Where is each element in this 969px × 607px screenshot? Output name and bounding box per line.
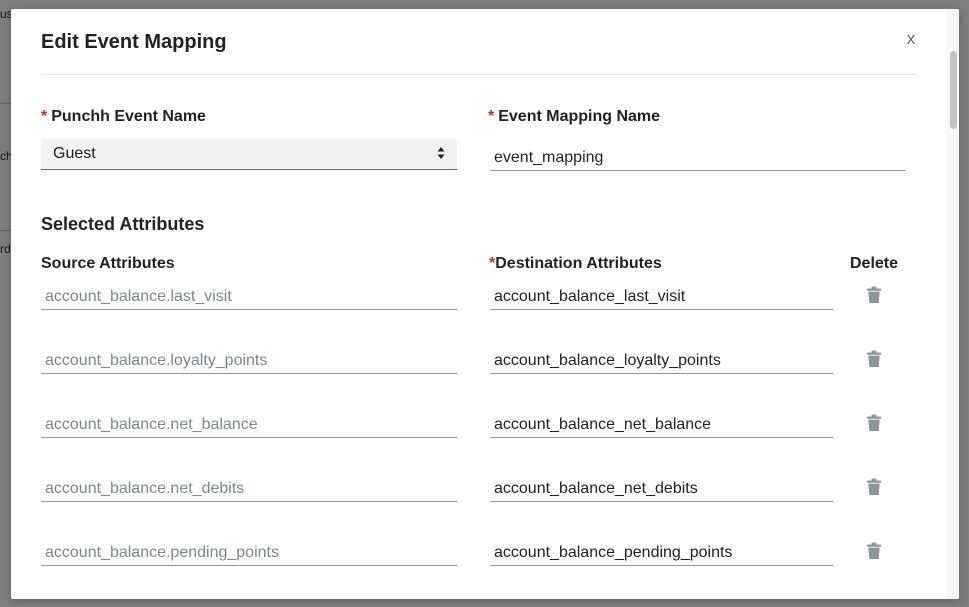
modal-title: Edit Event Mapping — [41, 31, 227, 53]
trash-icon[interactable] — [866, 542, 882, 560]
event-mapping-name-label-text: Event Mapping Name — [498, 108, 661, 125]
punchh-event-name-value: Guest — [53, 145, 96, 162]
trash-icon[interactable] — [866, 478, 882, 496]
punchh-event-name-label-text: Punchh Event Name — [51, 108, 206, 125]
destination-attribute-input[interactable] — [490, 476, 833, 502]
source-attribute-input[interactable] — [41, 540, 457, 566]
required-marker: * — [488, 108, 495, 125]
destination-attribute-input[interactable] — [490, 284, 833, 310]
close-button[interactable]: x — [904, 29, 918, 49]
destination-attributes-header-text: Destination Attributes — [495, 255, 662, 272]
selected-attributes-title: Selected Attributes — [41, 214, 205, 234]
destination-attributes-header: *Destination Attributes — [489, 255, 662, 273]
delete-header: Delete — [850, 255, 899, 272]
modal-scrollbar-thumb[interactable] — [950, 51, 957, 129]
punchh-event-name-label: * Punchh Event Name — [41, 108, 206, 126]
sort-arrows-icon — [437, 147, 445, 159]
trash-icon[interactable] — [866, 350, 882, 368]
header-divider — [41, 74, 916, 75]
trash-icon[interactable] — [866, 286, 882, 304]
destination-attribute-input[interactable] — [490, 412, 833, 438]
edit-event-mapping-modal: Edit Event Mapping x * Punchh Event Name … — [11, 9, 959, 599]
source-attribute-input[interactable] — [41, 284, 457, 310]
punchh-event-name-select[interactable]: Guest — [41, 139, 457, 170]
source-attributes-header: Source Attributes — [41, 255, 175, 272]
source-attribute-input[interactable] — [41, 476, 457, 502]
trash-icon[interactable] — [866, 414, 882, 432]
destination-attribute-input[interactable] — [490, 540, 833, 566]
destination-attribute-input[interactable] — [490, 348, 833, 374]
event-mapping-name-input[interactable] — [490, 145, 906, 171]
source-attribute-input[interactable] — [41, 348, 457, 374]
source-attribute-input[interactable] — [41, 412, 457, 438]
close-icon: x — [906, 29, 916, 48]
required-marker: * — [41, 108, 48, 125]
event-mapping-name-label: * Event Mapping Name — [488, 108, 660, 126]
